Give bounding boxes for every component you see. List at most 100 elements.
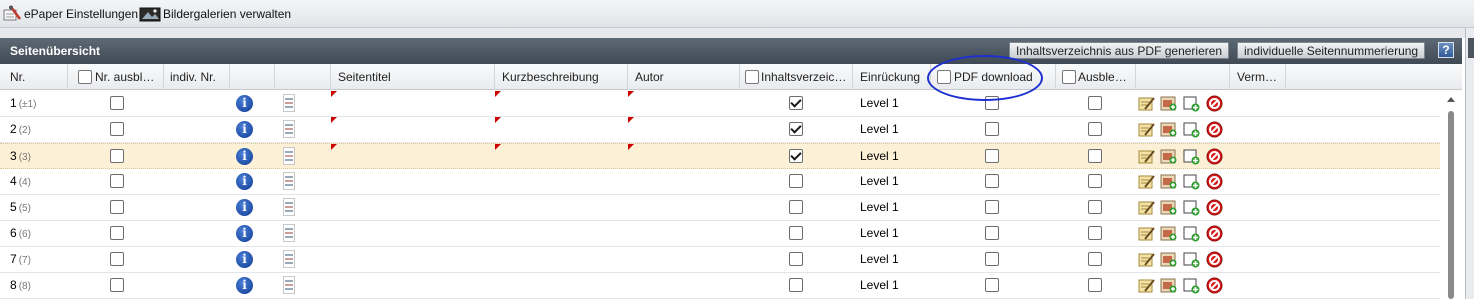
- info-icon[interactable]: i: [236, 173, 253, 190]
- add-item-icon[interactable]: [1183, 95, 1200, 112]
- hide-all-checkbox[interactable]: [1062, 70, 1076, 84]
- author-cell[interactable]: [628, 117, 740, 143]
- author-cell[interactable]: [628, 273, 740, 299]
- table-row[interactable]: 1 (±1) i Level 1: [0, 91, 1440, 117]
- nr-hide-checkbox[interactable]: [110, 149, 124, 163]
- toc-checkbox[interactable]: [789, 96, 803, 110]
- pdf-download-checkbox[interactable]: [985, 122, 999, 136]
- title-cell[interactable]: [331, 117, 495, 143]
- table-row[interactable]: 2 (2) i Level 1: [0, 117, 1440, 143]
- table-row[interactable]: 8 (8) i Level 1: [0, 273, 1440, 299]
- title-cell[interactable]: [331, 195, 495, 221]
- gallery-manage-button[interactable]: Bildergalerien verwalten: [139, 4, 291, 24]
- col-toc[interactable]: Inhaltsverzeic…: [740, 64, 853, 90]
- edit-page-icon[interactable]: [1138, 148, 1155, 165]
- info-icon[interactable]: i: [236, 95, 253, 112]
- page-numbering-button[interactable]: individuelle Seitennummerierung: [1237, 42, 1426, 59]
- short-desc-cell[interactable]: [495, 247, 628, 273]
- title-cell[interactable]: [331, 169, 495, 195]
- indent-value[interactable]: Level 1: [860, 221, 899, 247]
- edit-page-icon[interactable]: [1138, 251, 1155, 268]
- delete-icon[interactable]: [1206, 251, 1223, 268]
- page-thumbnail[interactable]: [283, 276, 295, 294]
- pdf-download-checkbox[interactable]: [985, 174, 999, 188]
- col-title[interactable]: Seitentitel: [331, 64, 495, 90]
- short-desc-cell[interactable]: [495, 195, 628, 221]
- image-add-icon[interactable]: [1160, 148, 1177, 165]
- hide-checkbox[interactable]: [1088, 226, 1102, 240]
- image-add-icon[interactable]: [1160, 251, 1177, 268]
- indent-value[interactable]: Level 1: [860, 247, 899, 273]
- toc-checkbox[interactable]: [789, 174, 803, 188]
- col-short-desc[interactable]: Kurzbeschreibung: [495, 64, 628, 90]
- nr-hide-all-checkbox[interactable]: [78, 70, 92, 84]
- info-icon[interactable]: i: [236, 251, 253, 268]
- table-row[interactable]: 3 (3) i Level 1: [0, 143, 1440, 169]
- help-icon[interactable]: ?: [1438, 42, 1454, 58]
- add-item-icon[interactable]: [1183, 121, 1200, 138]
- col-indent[interactable]: Einrückung: [853, 64, 931, 90]
- page-thumbnail[interactable]: [283, 250, 295, 268]
- hide-checkbox[interactable]: [1088, 278, 1102, 292]
- col-verm[interactable]: Verm…: [1230, 64, 1286, 90]
- author-cell[interactable]: [628, 195, 740, 221]
- image-add-icon[interactable]: [1160, 173, 1177, 190]
- edit-page-icon[interactable]: [1138, 121, 1155, 138]
- page-thumbnail[interactable]: [283, 172, 295, 190]
- delete-icon[interactable]: [1206, 199, 1223, 216]
- scroll-up-icon[interactable]: [1447, 97, 1455, 102]
- indent-value[interactable]: Level 1: [860, 91, 899, 117]
- hide-checkbox[interactable]: [1088, 174, 1102, 188]
- author-cell[interactable]: [628, 247, 740, 273]
- image-add-icon[interactable]: [1160, 277, 1177, 294]
- image-add-icon[interactable]: [1160, 95, 1177, 112]
- toc-checkbox[interactable]: [789, 122, 803, 136]
- nr-hide-checkbox[interactable]: [110, 226, 124, 240]
- indent-value[interactable]: Level 1: [860, 195, 899, 221]
- add-item-icon[interactable]: [1183, 173, 1200, 190]
- author-cell[interactable]: [628, 169, 740, 195]
- toc-all-checkbox[interactable]: [745, 70, 759, 84]
- toc-checkbox[interactable]: [789, 278, 803, 292]
- delete-icon[interactable]: [1206, 121, 1223, 138]
- nr-hide-checkbox[interactable]: [110, 96, 124, 110]
- short-desc-cell[interactable]: [495, 144, 628, 170]
- edit-page-icon[interactable]: [1138, 95, 1155, 112]
- toc-checkbox[interactable]: [789, 149, 803, 163]
- delete-icon[interactable]: [1206, 173, 1223, 190]
- edit-page-icon[interactable]: [1138, 173, 1155, 190]
- col-nr[interactable]: Nr.: [0, 64, 68, 90]
- add-item-icon[interactable]: [1183, 251, 1200, 268]
- edit-page-icon[interactable]: [1138, 225, 1155, 242]
- pdf-download-checkbox[interactable]: [985, 226, 999, 240]
- nr-hide-checkbox[interactable]: [110, 278, 124, 292]
- delete-icon[interactable]: [1206, 277, 1223, 294]
- col-nr-hide[interactable]: Nr. ausbl…: [68, 64, 164, 90]
- nr-hide-checkbox[interactable]: [110, 122, 124, 136]
- toc-checkbox[interactable]: [789, 226, 803, 240]
- indent-value[interactable]: Level 1: [860, 117, 899, 143]
- pdf-download-all-checkbox[interactable]: [937, 70, 951, 84]
- title-cell[interactable]: [331, 247, 495, 273]
- pdf-download-checkbox[interactable]: [985, 96, 999, 110]
- hide-checkbox[interactable]: [1088, 96, 1102, 110]
- author-cell[interactable]: [628, 144, 740, 170]
- delete-icon[interactable]: [1206, 225, 1223, 242]
- add-item-icon[interactable]: [1183, 148, 1200, 165]
- edit-page-icon[interactable]: [1138, 199, 1155, 216]
- short-desc-cell[interactable]: [495, 117, 628, 143]
- toc-from-pdf-button[interactable]: Inhaltsverzeichnis aus PDF generieren: [1009, 42, 1230, 59]
- image-add-icon[interactable]: [1160, 199, 1177, 216]
- table-row[interactable]: 4 (4) i Level 1: [0, 169, 1440, 195]
- add-item-icon[interactable]: [1183, 225, 1200, 242]
- short-desc-cell[interactable]: [495, 221, 628, 247]
- title-cell[interactable]: [331, 144, 495, 170]
- hide-checkbox[interactable]: [1088, 252, 1102, 266]
- hide-checkbox[interactable]: [1088, 149, 1102, 163]
- delete-icon[interactable]: [1206, 95, 1223, 112]
- nr-hide-checkbox[interactable]: [110, 200, 124, 214]
- short-desc-cell[interactable]: [495, 91, 628, 117]
- table-row[interactable]: 7 (7) i Level 1: [0, 247, 1440, 273]
- delete-icon[interactable]: [1206, 148, 1223, 165]
- epaper-settings-button[interactable]: ePaper Einstellungen: [2, 4, 138, 24]
